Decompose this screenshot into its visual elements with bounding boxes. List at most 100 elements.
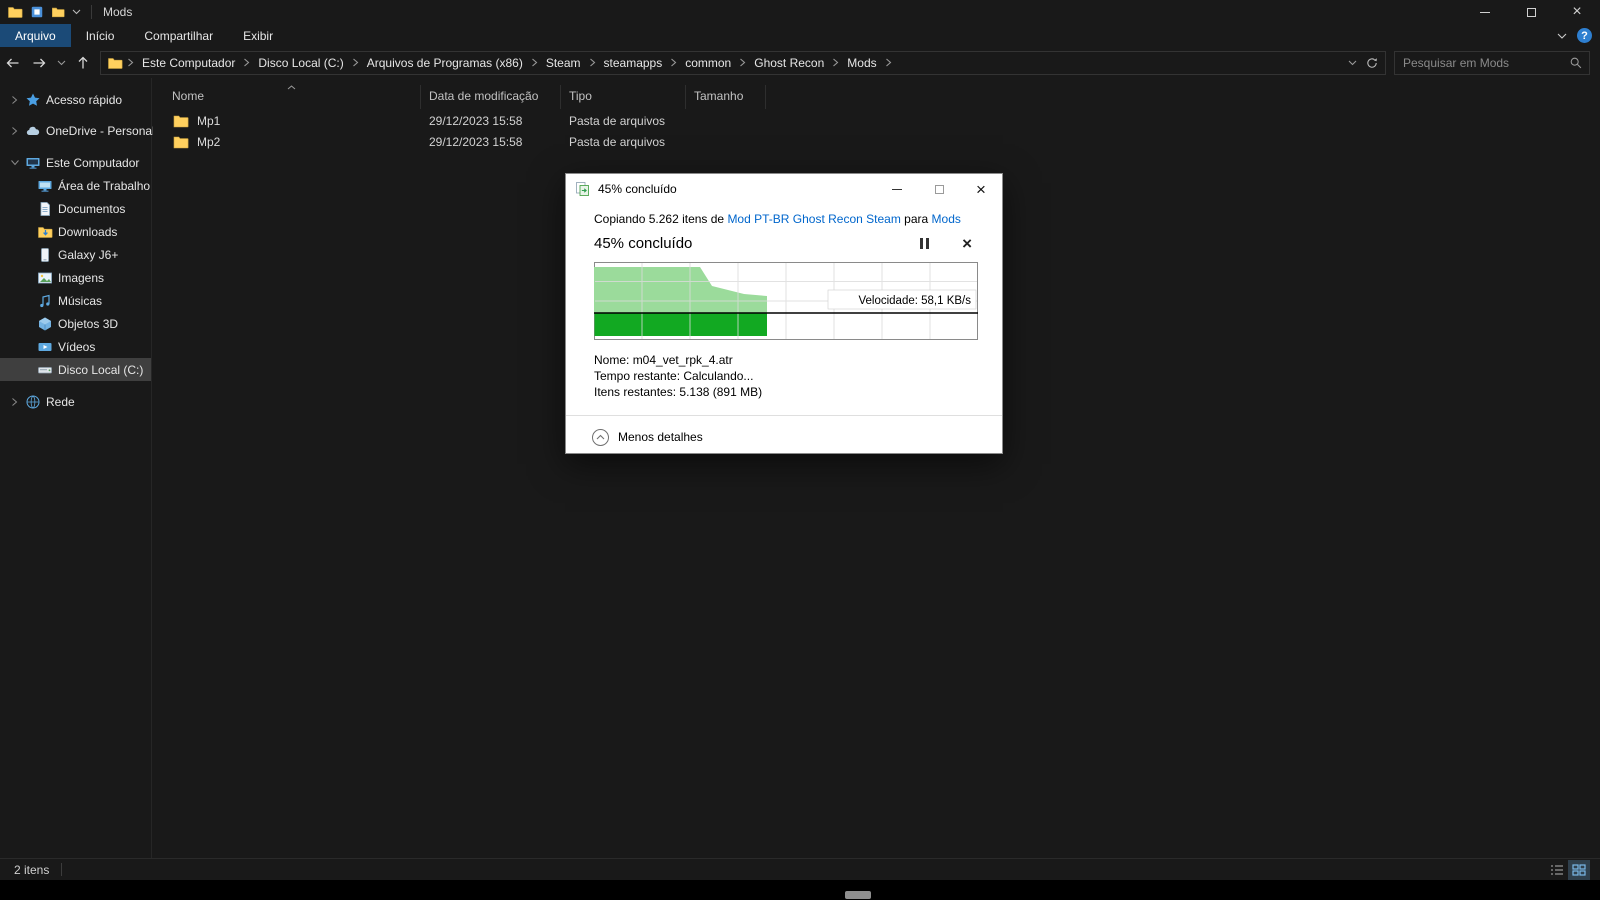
sidebar-item-musicas[interactable]: Músicas bbox=[0, 289, 151, 312]
dialog-title: 45% concluído bbox=[598, 182, 677, 196]
network-icon bbox=[25, 394, 41, 410]
details-view-button[interactable] bbox=[1546, 860, 1568, 880]
phone-icon bbox=[37, 247, 53, 263]
breadcrumb-steam[interactable]: Steam bbox=[539, 56, 588, 70]
breadcrumb-separator-icon[interactable] bbox=[126, 58, 135, 67]
breadcrumb-este-computador[interactable]: Este Computador bbox=[135, 56, 242, 70]
music-icon bbox=[37, 293, 53, 309]
minimize-button[interactable] bbox=[1462, 0, 1508, 24]
quick-access-toolbar bbox=[0, 4, 95, 20]
address-history-chevron-icon[interactable] bbox=[1348, 60, 1357, 66]
tab-exibir[interactable]: Exibir bbox=[228, 24, 288, 47]
breadcrumb-separator-icon[interactable] bbox=[242, 58, 251, 67]
column-header-data[interactable]: Data de modificação bbox=[421, 85, 561, 109]
breadcrumb-steamapps[interactable]: steamapps bbox=[597, 56, 670, 70]
table-row[interactable]: Mp2 29/12/2023 15:58 Pasta de arquivos bbox=[164, 131, 766, 152]
maximize-icon bbox=[934, 184, 944, 194]
navigation-pane: Acesso rápido OneDrive - Personal Este C… bbox=[0, 78, 155, 858]
breadcrumb-separator-icon[interactable] bbox=[738, 58, 747, 67]
source-folder-link[interactable]: Mod PT-BR Ghost Recon Steam bbox=[727, 212, 900, 226]
sidebar-item-label: Este Computador bbox=[46, 155, 140, 170]
column-header-nome[interactable]: Nome bbox=[164, 85, 421, 109]
search-input[interactable] bbox=[1395, 55, 1569, 70]
refresh-icon[interactable] bbox=[1365, 56, 1379, 70]
sidebar-item-este-computador[interactable]: Este Computador bbox=[0, 151, 151, 174]
tab-compartilhar[interactable]: Compartilhar bbox=[129, 24, 228, 47]
copy-details: Nome: m04_vet_rpk_4.atr Tempo restante: … bbox=[594, 352, 976, 400]
sidebar-item-area-de-trabalho[interactable]: Área de Trabalho bbox=[0, 174, 151, 197]
new-folder-icon[interactable] bbox=[51, 5, 65, 19]
sidebar-item-documentos[interactable]: Documentos bbox=[0, 197, 151, 220]
breadcrumb-mods[interactable]: Mods bbox=[840, 56, 883, 70]
breadcrumb-disco-local[interactable]: Disco Local (C:) bbox=[251, 56, 350, 70]
chevron-right-icon[interactable] bbox=[11, 398, 18, 406]
up-button[interactable] bbox=[70, 50, 96, 76]
breadcrumb-separator-icon[interactable] bbox=[884, 58, 893, 67]
folder-icon bbox=[173, 114, 189, 128]
address-bar[interactable]: Este Computador Disco Local (C:) Arquivo… bbox=[100, 50, 1386, 75]
breadcrumb-separator-icon[interactable] bbox=[588, 58, 597, 67]
file-name-line: Nome: m04_vet_rpk_4.atr bbox=[594, 353, 733, 367]
search-icon[interactable] bbox=[1569, 56, 1589, 70]
title-bar: Mods × bbox=[0, 0, 1600, 24]
cube-3d-icon bbox=[37, 316, 53, 332]
table-row[interactable]: Mp1 29/12/2023 15:58 Pasta de arquivos bbox=[164, 110, 766, 131]
tab-arquivo[interactable]: Arquivo bbox=[0, 24, 71, 47]
transfer-speed-chart: Velocidade: 58,1 KB/s bbox=[594, 262, 978, 340]
sidebar-item-objetos-3d[interactable]: Objetos 3D bbox=[0, 312, 151, 335]
sidebar-item-imagens[interactable]: Imagens bbox=[0, 266, 151, 289]
maximize-button[interactable] bbox=[1508, 0, 1554, 24]
cancel-copy-button[interactable]: × bbox=[962, 235, 972, 252]
breadcrumb-separator-icon[interactable] bbox=[831, 58, 840, 67]
close-button[interactable]: × bbox=[1554, 0, 1600, 24]
column-header-tipo[interactable]: Tipo bbox=[561, 85, 686, 109]
breadcrumb-separator-icon[interactable] bbox=[351, 58, 360, 67]
pause-button[interactable] bbox=[920, 238, 930, 249]
ribbon-expand-chevron-icon[interactable] bbox=[1557, 33, 1567, 39]
recent-locations-chevron-icon[interactable] bbox=[52, 50, 70, 76]
dialog-close-button[interactable]: × bbox=[960, 174, 1002, 204]
destination-folder-link[interactable]: Mods bbox=[932, 212, 961, 226]
sidebar-item-videos[interactable]: Vídeos bbox=[0, 335, 151, 358]
chevron-down-icon[interactable] bbox=[11, 159, 19, 166]
minimize-icon bbox=[892, 188, 902, 190]
breadcrumb-separator-icon[interactable] bbox=[530, 58, 539, 67]
sidebar-item-acesso-rapido[interactable]: Acesso rápido bbox=[0, 88, 151, 111]
sidebar-item-galaxy-j6[interactable]: Galaxy J6+ bbox=[0, 243, 151, 266]
copy-progress-dialog: 45% concluído × Copiando 5.262 itens de … bbox=[565, 173, 1003, 454]
sidebar-item-downloads[interactable]: Downloads bbox=[0, 220, 151, 243]
back-button[interactable] bbox=[0, 50, 26, 76]
onedrive-cloud-icon bbox=[25, 123, 41, 139]
chevron-right-icon[interactable] bbox=[11, 96, 18, 104]
sidebar-item-label: Vídeos bbox=[58, 339, 96, 354]
breadcrumb-ghost-recon[interactable]: Ghost Recon bbox=[747, 56, 831, 70]
taskbar-peek-item[interactable] bbox=[845, 891, 871, 899]
sidebar-item-disco-local-c[interactable]: Disco Local (C:) bbox=[0, 358, 151, 381]
breadcrumb-arquivos-de-programas[interactable]: Arquivos de Programas (x86) bbox=[360, 56, 530, 70]
sidebar-item-onedrive[interactable]: OneDrive - Personal bbox=[0, 119, 155, 142]
forward-button[interactable] bbox=[26, 50, 52, 76]
status-bar: 2 itens bbox=[0, 858, 1600, 880]
qat-customize-chevron-icon[interactable] bbox=[72, 9, 81, 15]
sidebar-item-label: Rede bbox=[46, 394, 75, 409]
properties-icon[interactable] bbox=[30, 5, 44, 19]
less-details-toggle[interactable]: Menos detalhes bbox=[618, 430, 703, 444]
breadcrumb-common[interactable]: common bbox=[678, 56, 738, 70]
help-icon[interactable]: ? bbox=[1577, 28, 1592, 43]
column-header-tamanho[interactable]: Tamanho bbox=[686, 85, 766, 109]
percent-complete-label: 45% concluído bbox=[594, 235, 693, 252]
sort-ascending-chevron-icon bbox=[287, 85, 296, 90]
status-divider bbox=[61, 863, 63, 876]
address-folder-icon bbox=[107, 55, 123, 71]
chevron-right-icon[interactable] bbox=[11, 127, 18, 135]
pause-icon bbox=[920, 238, 924, 249]
sidebar-item-rede[interactable]: Rede bbox=[0, 390, 151, 413]
dialog-minimize-button[interactable] bbox=[876, 174, 918, 204]
breadcrumb-separator-icon[interactable] bbox=[669, 58, 678, 67]
tab-inicio[interactable]: Início bbox=[71, 24, 130, 47]
large-icons-view-button[interactable] bbox=[1568, 859, 1590, 880]
dialog-maximize-button[interactable] bbox=[918, 174, 960, 204]
less-details-chevron-up-icon[interactable] bbox=[592, 428, 609, 446]
sidebar-item-label: Área de Trabalho bbox=[58, 178, 151, 193]
dialog-body: Copiando 5.262 itens de Mod PT-BR Ghost … bbox=[566, 204, 1002, 400]
